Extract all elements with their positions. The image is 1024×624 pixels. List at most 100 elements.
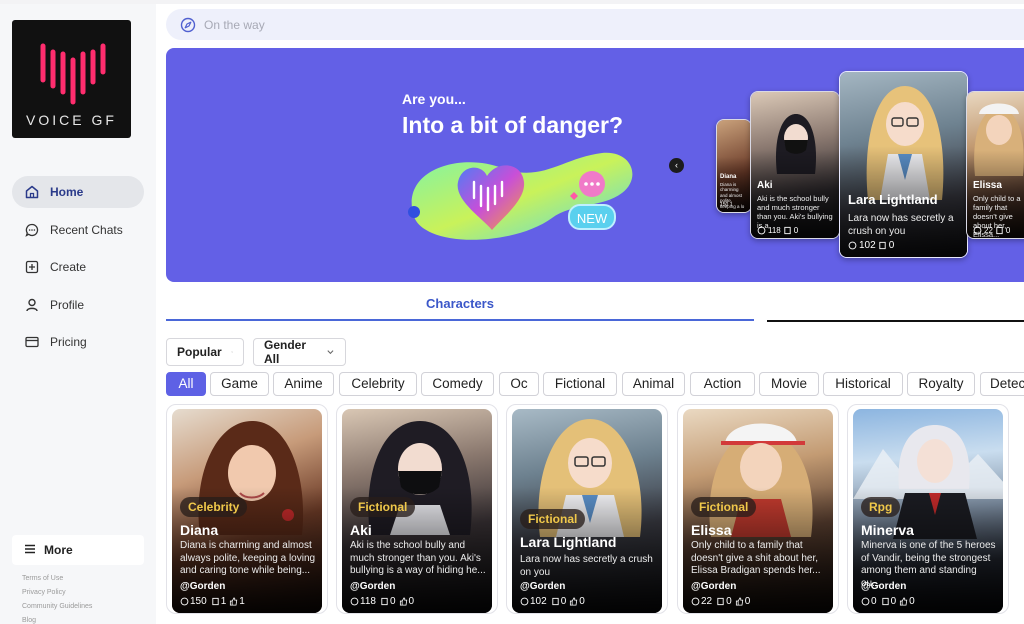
chat-count: 150	[190, 596, 207, 607]
banner-subtitle: Are you...	[402, 91, 466, 107]
category-tag: Rpg	[861, 497, 901, 517]
banner-card-stats: 22 0	[973, 226, 1010, 235]
nav-item-label: Profile	[50, 297, 85, 312]
chat-count: 22	[984, 226, 993, 235]
compass-icon	[180, 17, 196, 33]
chip-action[interactable]: Action	[690, 372, 755, 396]
user-icon	[24, 297, 40, 313]
chat-count-icon	[757, 226, 766, 235]
tab-active-indicator	[166, 319, 754, 321]
banner-card-name: Aki	[757, 180, 773, 191]
brand-name: VOICE GF	[26, 112, 117, 128]
save-count: 0	[888, 240, 895, 251]
chip-all[interactable]: All	[166, 372, 206, 396]
nav-item-label: Pricing	[50, 335, 87, 349]
character-card-aki[interactable]: Fictional Aki Aki is the school bully an…	[336, 404, 498, 614]
character-stats: 22 0 0	[691, 596, 750, 607]
category-tag: Fictional	[520, 509, 586, 529]
category-tag: Celebrity	[180, 497, 248, 517]
thumbs-up-icon	[399, 597, 407, 606]
chat-count: 102	[530, 596, 547, 607]
category-tag: Fictional	[350, 497, 416, 517]
footer-link-blog[interactable]: Blog	[22, 614, 92, 624]
brand-logo[interactable]: VOICE GF	[12, 20, 131, 138]
like-count: 0	[744, 596, 751, 607]
banner-heart-art	[408, 152, 633, 240]
carousel-prev-button[interactable]: ‹	[669, 158, 684, 173]
footer-links: Terms of Use Privacy Policy Community Gu…	[22, 572, 92, 624]
chat-count-icon	[180, 597, 189, 606]
character-card-lara[interactable]: Fictional Lara Lightland Lara now has se…	[506, 404, 668, 614]
character-author[interactable]: @Gorden	[861, 581, 906, 592]
chevron-down-icon	[327, 350, 334, 355]
chip-royalty[interactable]: Royalty	[907, 372, 975, 396]
chat-bubble-icon	[24, 222, 40, 238]
nav-item-label: Recent Chats	[50, 222, 123, 237]
thumbs-up-icon	[900, 597, 908, 606]
bookmark-icon	[212, 597, 219, 606]
character-author[interactable]: @Gorden	[520, 581, 565, 592]
chip-comedy[interactable]: Comedy	[421, 372, 494, 396]
character-stats: 150 1 1	[180, 596, 245, 607]
nav-item-create[interactable]: Create	[12, 251, 144, 283]
new-badge: NEW	[568, 204, 616, 230]
footer-link-privacy[interactable]: Privacy Policy	[22, 586, 92, 600]
character-name: Minerva	[861, 522, 914, 538]
chip-movie[interactable]: Movie	[759, 372, 819, 396]
gender-dropdown-value: Gender All	[264, 338, 307, 366]
banner-card-aki[interactable]: Aki Aki is the school bully and much str…	[750, 91, 840, 239]
nav-item-recent-chats[interactable]: Recent Chats	[12, 214, 144, 246]
nav-item-profile[interactable]: Profile	[12, 289, 144, 321]
banner-card-lara[interactable]: Lara Lightland Lara now has secretly a c…	[839, 71, 968, 258]
sort-dropdown[interactable]: Popular	[166, 338, 244, 366]
banner-card-stats: 150 1	[720, 202, 733, 208]
plus-square-icon	[24, 259, 40, 275]
banner-card-diana[interactable]: Diana Diana is charming and almost polit…	[716, 119, 752, 213]
chat-count: 102	[859, 240, 876, 251]
search-input[interactable]	[204, 17, 604, 32]
chevron-left-icon: ‹	[675, 160, 678, 170]
banner-card-name: Lara Lightland	[848, 192, 938, 207]
chip-oc[interactable]: Oc	[499, 372, 539, 396]
nav-item-home[interactable]: Home	[12, 176, 144, 208]
character-author[interactable]: @Gorden	[691, 581, 736, 592]
character-author[interactable]: @Gorden	[350, 581, 395, 592]
chip-celebrity[interactable]: Celebrity	[339, 372, 417, 396]
banner-title: Into a bit of danger?	[402, 112, 624, 138]
nav-item-label: Create	[50, 260, 87, 274]
banner-card-elissa[interactable]: Elissa Only child to a family that doesn…	[966, 91, 1024, 239]
chat-count: 118	[768, 226, 781, 235]
footer-link-terms[interactable]: Terms of Use	[22, 572, 92, 586]
banner-card-stats: 102 0	[848, 240, 894, 251]
chip-fictional[interactable]: Fictional	[543, 372, 617, 396]
character-author[interactable]: @Gorden	[180, 581, 225, 592]
like-count: 0	[579, 596, 585, 607]
chip-historical[interactable]: Historical	[823, 372, 903, 396]
character-card-diana[interactable]: Celebrity Diana Diana is charming and al…	[166, 404, 328, 614]
tab-characters[interactable]: Characters	[166, 296, 754, 311]
banner-card-desc: Lara now has secretly a crush on you	[848, 213, 954, 237]
nav-item-pricing[interactable]: Pricing	[12, 326, 144, 358]
more-button[interactable]: More	[12, 535, 144, 565]
sort-dropdown-value: Popular	[177, 345, 222, 359]
footer-link-guidelines[interactable]: Community Guidelines	[22, 600, 92, 614]
save-count: 0	[726, 596, 732, 607]
chip-animal[interactable]: Animal	[622, 372, 685, 396]
category-chips: All Game Anime Celebrity Comedy Oc Ficti…	[166, 372, 1024, 396]
banner-card-name: Elissa	[973, 180, 1002, 191]
hero-banner[interactable]: Are you... Into a bit of danger? NEW ‹ D…	[166, 48, 1024, 282]
character-stats: 102 0 0	[520, 596, 585, 607]
chip-detective[interactable]: Detec	[980, 372, 1024, 396]
character-card-elissa[interactable]: Fictional Elissa Only child to a family …	[677, 404, 839, 614]
banner-card-stats: 118 0	[757, 226, 798, 235]
thumbs-up-icon	[230, 597, 238, 606]
chip-anime[interactable]: Anime	[273, 372, 334, 396]
gender-dropdown[interactable]: Gender All	[253, 338, 346, 366]
like-count: 0	[408, 596, 415, 607]
save-count: 1	[220, 596, 227, 607]
character-card-minerva[interactable]: Rpg Minerva Minerva is one of the 5 hero…	[847, 404, 1009, 614]
bookmark-icon	[879, 241, 886, 250]
chip-game[interactable]: Game	[210, 372, 269, 396]
character-stats: 0 0 0	[861, 596, 915, 607]
bookmark-icon	[881, 597, 889, 606]
